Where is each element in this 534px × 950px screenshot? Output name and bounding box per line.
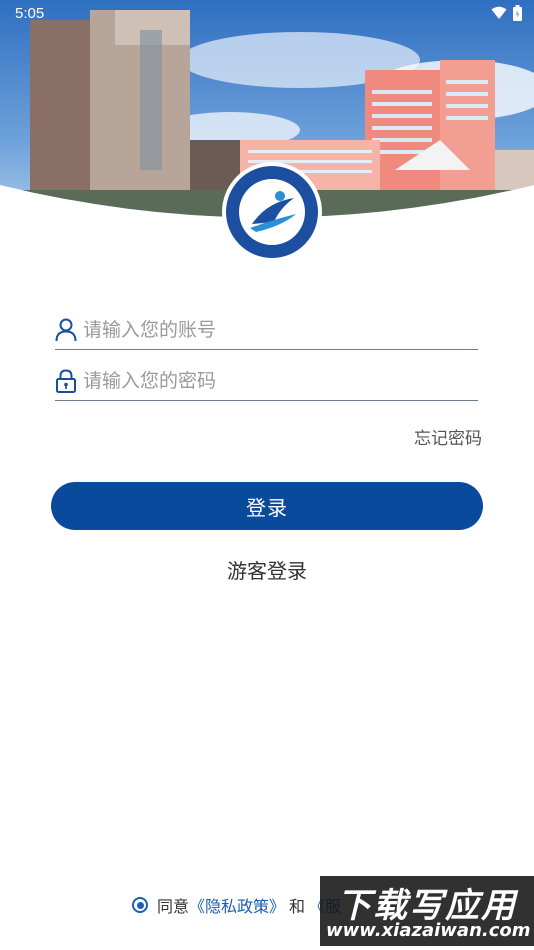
- status-icons: [491, 5, 522, 21]
- account-field: [55, 308, 478, 350]
- watermark-url: www.xiazaiwan.com: [326, 920, 531, 941]
- account-input[interactable]: [83, 314, 473, 346]
- status-time: 5:05: [15, 5, 45, 22]
- privacy-policy-link[interactable]: 《隐私政策》: [189, 893, 285, 917]
- lock-icon: [56, 369, 76, 393]
- person-icon: [55, 318, 77, 342]
- guest-login-link[interactable]: 游客登录: [0, 555, 534, 584]
- school-logo: [222, 162, 322, 262]
- password-input[interactable]: [83, 365, 473, 397]
- wifi-icon: [491, 6, 507, 19]
- forgot-password-link[interactable]: 忘记密码: [414, 424, 482, 449]
- agreement-conjunction: 和: [289, 897, 306, 916]
- agreement-prefix: 同意: [157, 897, 190, 916]
- agreement-radio[interactable]: [132, 897, 148, 913]
- login-button[interactable]: 登录: [51, 482, 483, 530]
- agreement-row: 同意 《隐私政策》 和 《服: [132, 893, 341, 917]
- watermark: 下载写应用 www.xiazaiwan.com: [320, 876, 534, 946]
- password-field: [55, 359, 478, 401]
- status-bar: 5:05: [0, 0, 534, 28]
- battery-icon: [513, 5, 522, 21]
